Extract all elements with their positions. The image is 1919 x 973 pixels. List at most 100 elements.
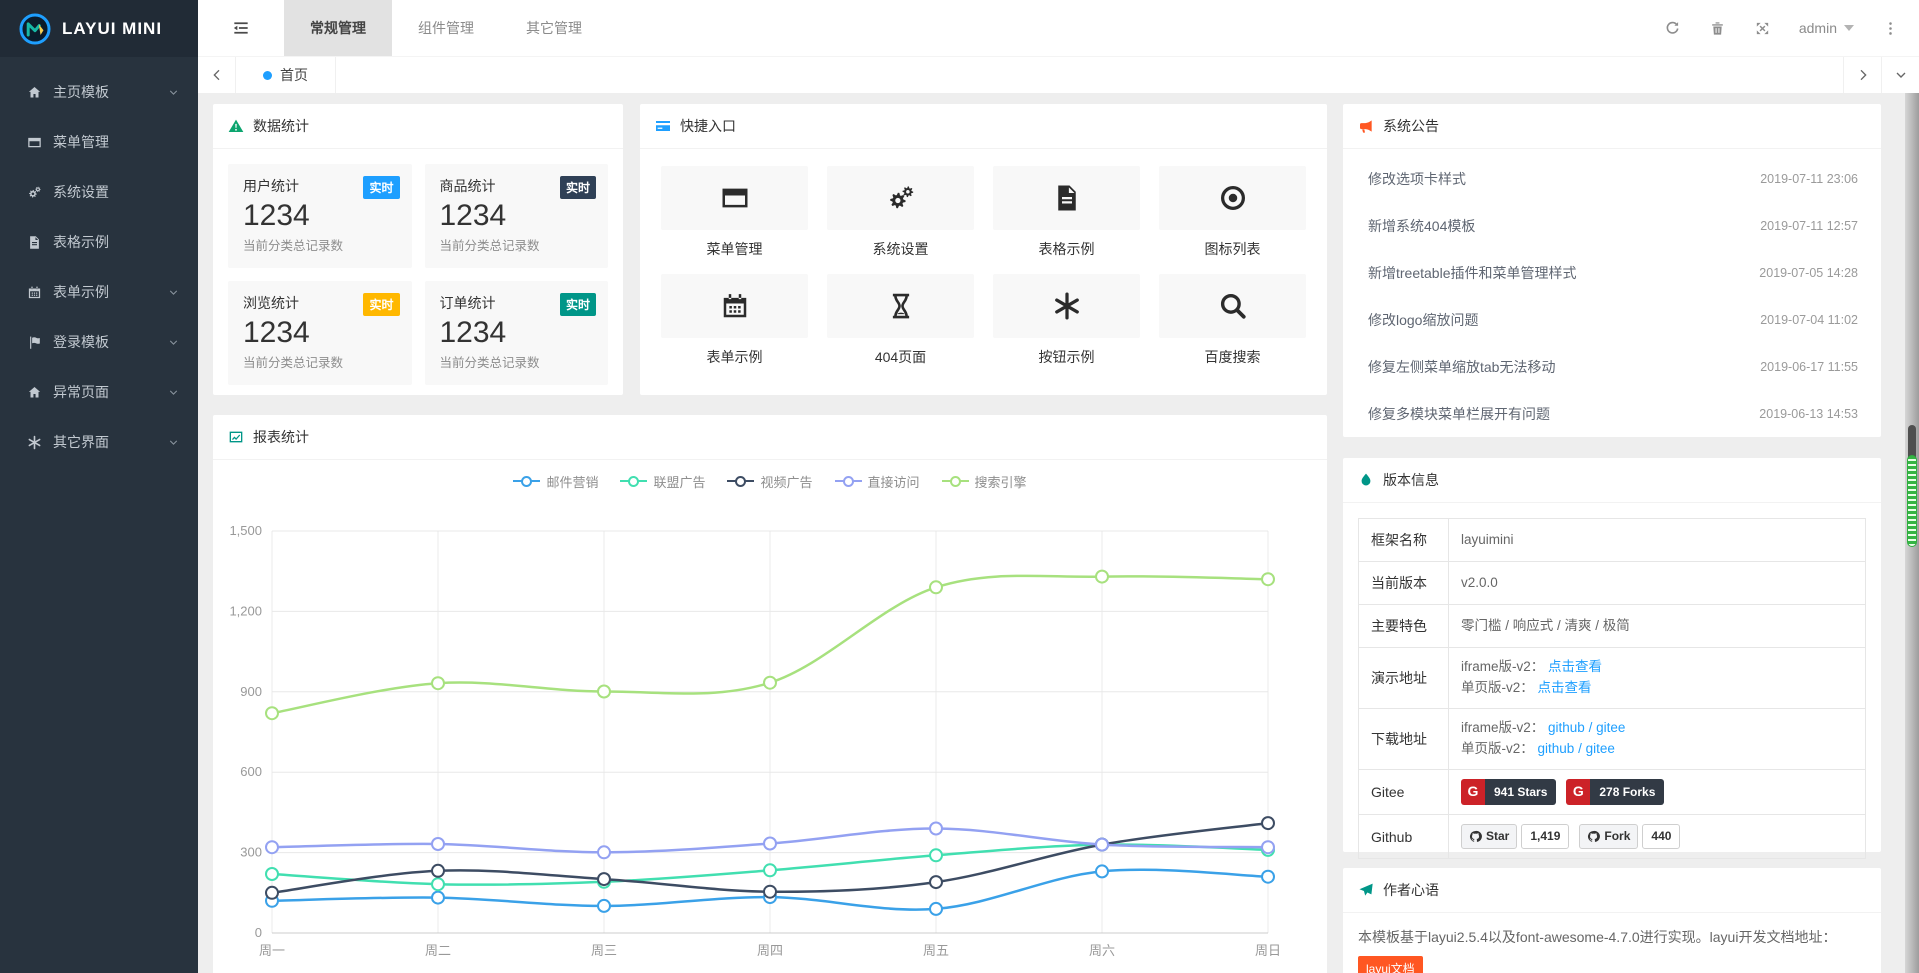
gitee-badge[interactable]: G941 Stars bbox=[1461, 779, 1556, 806]
quick-entry-1[interactable]: 系统设置 bbox=[827, 166, 974, 259]
svg-text:0: 0 bbox=[255, 925, 262, 940]
github-badge[interactable]: Fork440 bbox=[1579, 824, 1680, 849]
quick-entry-7[interactable]: 百度搜索 bbox=[1159, 274, 1306, 367]
link-点击查看[interactable]: 点击查看 bbox=[1548, 659, 1602, 674]
link-gitee[interactable]: gitee bbox=[1596, 720, 1625, 735]
legend-marker-icon bbox=[835, 476, 862, 487]
top-nav-item-0[interactable]: 常规管理 bbox=[284, 0, 392, 56]
announcement-row-0[interactable]: 修改选项卡样式2019-07-11 23:06 bbox=[1358, 155, 1866, 202]
home-icon bbox=[27, 385, 42, 400]
version-row-2: 主要特色零门槛 / 响应式 / 清爽 / 极简 bbox=[1359, 605, 1865, 648]
top-nav-item-2[interactable]: 其它管理 bbox=[500, 0, 608, 56]
card-title: 报表统计 bbox=[253, 427, 309, 447]
asterisk-icon bbox=[27, 435, 42, 450]
tab-scroll-left-button[interactable] bbox=[198, 57, 236, 93]
announcement-row-2[interactable]: 新增treetable插件和菜单管理样式2019-07-05 14:28 bbox=[1358, 249, 1866, 296]
window-icon bbox=[720, 183, 750, 213]
quick-entry-6[interactable]: 按钮示例 bbox=[993, 274, 1140, 367]
sidebar-item-3[interactable]: 表格示例 bbox=[0, 217, 198, 267]
gitee-icon: G bbox=[1461, 779, 1485, 806]
sidebar-item-7[interactable]: 其它界面 bbox=[0, 417, 198, 467]
sidebar-item-5[interactable]: 登录模板 bbox=[0, 317, 198, 367]
top-nav-item-1[interactable]: 组件管理 bbox=[392, 0, 500, 56]
card-data-statistics: 数据统计 用户统计1234当前分类总记录数实时商品统计1234当前分类总记录数实… bbox=[213, 104, 623, 395]
tab-scroll-right-button[interactable] bbox=[1843, 57, 1881, 93]
stat-box-1: 商品统计1234当前分类总记录数实时 bbox=[425, 164, 609, 268]
quick-entry-0[interactable]: 菜单管理 bbox=[661, 166, 808, 259]
logo-icon bbox=[18, 12, 52, 46]
stat-box-3: 订单统计1234当前分类总记录数实时 bbox=[425, 281, 609, 385]
more-menu-button[interactable] bbox=[1882, 20, 1899, 37]
sidebar-item-2[interactable]: 系统设置 bbox=[0, 167, 198, 217]
announcement-text: 新增treetable插件和菜单管理样式 bbox=[1368, 263, 1576, 283]
svg-text:周三: 周三 bbox=[591, 943, 617, 958]
announcement-row-3[interactable]: 修改logo缩放问题2019-07-04 11:02 bbox=[1358, 296, 1866, 343]
version-row-1: 当前版本v2.0.0 bbox=[1359, 562, 1865, 605]
announcement-row-5[interactable]: 修复多模块菜单栏展开有问题2019-06-13 14:53 bbox=[1358, 390, 1866, 437]
sidebar-item-4[interactable]: 表单示例 bbox=[0, 267, 198, 317]
logo[interactable]: LAYUI MINI bbox=[0, 0, 198, 57]
gitee-badge[interactable]: G278 Forks bbox=[1566, 779, 1664, 806]
refresh-icon bbox=[1664, 20, 1681, 37]
username: admin bbox=[1799, 20, 1837, 36]
legend-item[interactable]: 直接访问 bbox=[835, 472, 920, 491]
legend-item[interactable]: 邮件营销 bbox=[513, 472, 598, 491]
header-actions: admin bbox=[1664, 0, 1919, 56]
main-area: 常规管理组件管理其它管理 admin 首页 数据统计 用户统计1234当前分类总… bbox=[198, 0, 1919, 973]
link-gitee[interactable]: gitee bbox=[1586, 741, 1615, 756]
sidebar-item-0[interactable]: 主页模板 bbox=[0, 67, 198, 117]
fullscreen-button[interactable] bbox=[1754, 20, 1771, 37]
tab-operations-button[interactable] bbox=[1881, 57, 1919, 93]
version-row-value: 零门槛 / 响应式 / 清爽 / 极简 bbox=[1449, 605, 1865, 647]
announcement-text: 修改logo缩放问题 bbox=[1368, 310, 1478, 330]
version-row-5: GiteeG941 StarsG278 Forks bbox=[1359, 770, 1865, 816]
link-github[interactable]: github bbox=[1538, 741, 1575, 756]
sidebar-item-6[interactable]: 异常页面 bbox=[0, 367, 198, 417]
quick-entry-5[interactable]: 404页面 bbox=[827, 274, 974, 367]
link-点击查看[interactable]: 点击查看 bbox=[1538, 680, 1592, 695]
github-badge[interactable]: Star1,419 bbox=[1461, 824, 1569, 849]
link-github[interactable]: github bbox=[1548, 720, 1585, 735]
quick-entry-3[interactable]: 图标列表 bbox=[1159, 166, 1306, 259]
sidebar-item-1[interactable]: 菜单管理 bbox=[0, 117, 198, 167]
sidebar-menu: 主页模板菜单管理系统设置表格示例表单示例登录模板异常页面其它界面 bbox=[0, 57, 198, 467]
quick-entry-4[interactable]: 表单示例 bbox=[661, 274, 808, 367]
warning-icon bbox=[228, 118, 244, 134]
refresh-button[interactable] bbox=[1664, 20, 1681, 37]
legend-marker-icon bbox=[727, 476, 754, 487]
flag-icon bbox=[27, 335, 42, 350]
hourglass-icon bbox=[886, 291, 916, 321]
svg-text:1,500: 1,500 bbox=[229, 523, 262, 538]
scrollbar-track[interactable] bbox=[1905, 93, 1919, 973]
clear-cache-button[interactable] bbox=[1709, 20, 1726, 37]
file-icon bbox=[1052, 183, 1082, 213]
bullhorn-icon bbox=[1358, 118, 1374, 134]
version-row-label: 框架名称 bbox=[1359, 519, 1449, 561]
announcement-date: 2019-07-11 23:06 bbox=[1760, 172, 1858, 186]
version-row-value: iframe版-v2： github / gitee单页版-v2： github… bbox=[1449, 709, 1865, 769]
announcement-row-4[interactable]: 修复左侧菜单缩放tab无法移动2019-06-17 11:55 bbox=[1358, 343, 1866, 390]
legend-item[interactable]: 搜索引擎 bbox=[942, 472, 1027, 491]
legend-item[interactable]: 视频广告 bbox=[727, 472, 812, 491]
tab-bar: 首页 bbox=[198, 57, 1919, 93]
version-row-4: 下载地址iframe版-v2： github / gitee单页版-v2： gi… bbox=[1359, 709, 1865, 770]
top-nav: 常规管理组件管理其它管理 bbox=[284, 0, 608, 56]
svg-text:周二: 周二 bbox=[425, 943, 451, 958]
svg-text:900: 900 bbox=[240, 684, 262, 699]
hamburger-icon bbox=[231, 18, 251, 38]
realtime-badge: 实时 bbox=[363, 293, 399, 316]
layui-doc-badge[interactable]: layui文档 bbox=[1358, 956, 1423, 973]
user-menu[interactable]: admin bbox=[1799, 20, 1854, 36]
chevron-down-icon bbox=[167, 86, 180, 99]
menu-collapse-button[interactable] bbox=[198, 0, 284, 56]
card-system-announcements: 系统公告 修改选项卡样式2019-07-11 23:06新增系统404模板201… bbox=[1343, 104, 1881, 437]
tab-home[interactable]: 首页 bbox=[236, 57, 336, 93]
expand-icon bbox=[1754, 20, 1771, 37]
github-icon bbox=[1587, 830, 1600, 843]
legend-item[interactable]: 联盟广告 bbox=[620, 472, 705, 491]
app-title: LAYUI MINI bbox=[62, 19, 162, 39]
quick-entry-2[interactable]: 表格示例 bbox=[993, 166, 1140, 259]
top-header: 常规管理组件管理其它管理 admin bbox=[198, 0, 1919, 57]
announcement-row-1[interactable]: 新增系统404模板2019-07-11 12:57 bbox=[1358, 202, 1866, 249]
version-row-3: 演示地址iframe版-v2： 点击查看单页版-v2： 点击查看 bbox=[1359, 648, 1865, 709]
